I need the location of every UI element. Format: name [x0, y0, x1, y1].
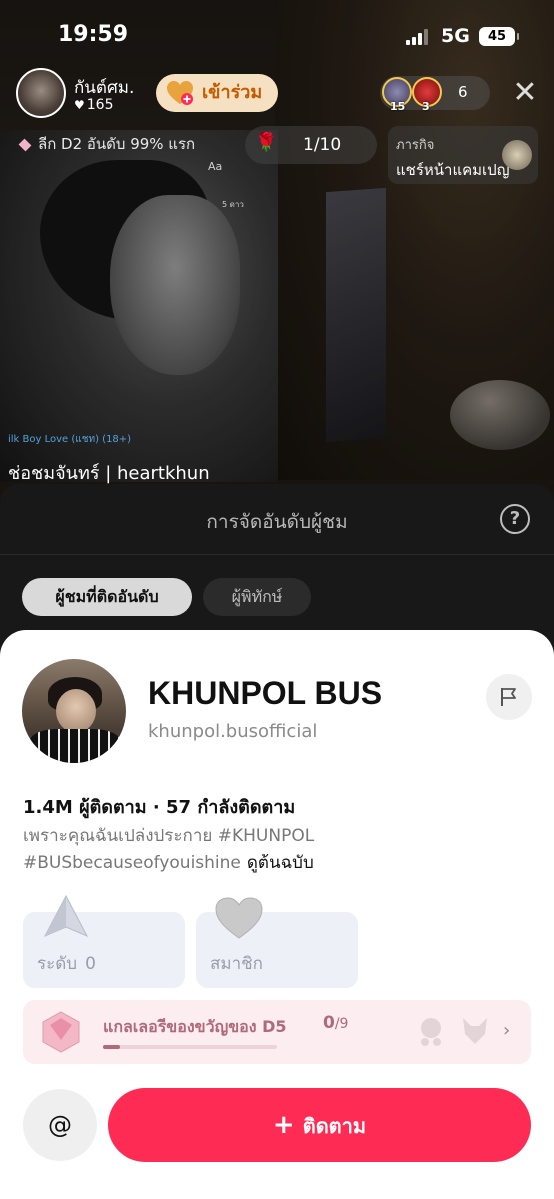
mission-icon [502, 140, 532, 170]
chevron-right-icon: › [503, 1020, 511, 1041]
league-text: ลีก D2 อันดับ 99% แรก [38, 135, 196, 153]
help-icon[interactable]: ? [500, 504, 530, 534]
mention-button[interactable]: @ [23, 1089, 97, 1161]
status-bar: 19:59 5G 45 [0, 0, 554, 72]
ranking-title: การจัดอันดับผู้ชม [206, 511, 348, 533]
join-label: เข้าร่วม [202, 82, 263, 103]
tab-guardians[interactable]: ผู้พิทักษ์ [203, 578, 311, 616]
follow-label: ติดตาม [302, 1114, 367, 1138]
follow-button[interactable]: + ติดตาม [108, 1088, 531, 1162]
heart-plus-icon [167, 81, 193, 105]
level-label: ระดับ [37, 954, 78, 974]
poster-caption: ช่อชมจันทร์ | heartkhun [8, 463, 210, 484]
profile-name: KHUNPOL BUS [148, 675, 383, 711]
league-rank[interactable]: ลีก D2 อันดับ 99% แรก [18, 132, 195, 158]
join-button[interactable]: เข้าร่วม [156, 74, 278, 112]
profile-bio-line2: #BUSbecauseofyouishine ดูต้นฉบับ [23, 849, 314, 876]
profile-avatar[interactable] [22, 659, 126, 763]
gift-progress-bar [103, 1045, 277, 1049]
member-label: สมาชิก [210, 954, 263, 974]
gift-fox-icon [463, 1018, 487, 1044]
tab-top-viewers[interactable]: ผู้ชมที่ติดอันดับ [22, 578, 192, 616]
member-card[interactable]: สมาชิก [196, 897, 358, 988]
profile-bio: เพราะคุณฉันเปล่งประกาย #KHUNPOL [23, 826, 315, 846]
gem-icon [18, 138, 32, 151]
follower-stats: 1.4M ผู้ติดตาม · 57 กำลังติดตาม [23, 797, 296, 818]
host-likes: ♥ 165 [74, 97, 114, 113]
bio-hashtag[interactable]: #BUSbecauseofyouishine [23, 853, 241, 873]
viewer-badge: 15 [390, 100, 406, 113]
viewer-count: 6 [458, 83, 468, 101]
gift-count: 0/9 [323, 1013, 349, 1033]
close-icon[interactable]: ✕ [510, 78, 540, 108]
poster-tag: ilk Boy Love (แชท) (18+) [8, 434, 132, 445]
host-likes-count: 165 [86, 97, 114, 113]
rose-icon: 🌹 [255, 132, 278, 153]
rose-count: 1/10 [303, 135, 342, 155]
status-time: 19:59 [58, 22, 129, 47]
top-viewers[interactable]: 15 3 6 [380, 76, 490, 113]
heart-icon: ♥ [74, 98, 85, 112]
battery-icon: 45 [479, 27, 519, 46]
viewer-badge: 3 [422, 100, 430, 113]
heart-icon [215, 897, 263, 939]
signal-icon [406, 29, 432, 45]
mission-card[interactable]: ภารกิจ แชร์หน้าแคมเปญ [388, 126, 538, 184]
report-button[interactable] [486, 674, 532, 720]
gift-gallery-title: แกลเลอรีของขวัญของ D5 [103, 1017, 287, 1036]
profile-handle: khunpol.busofficial [148, 721, 318, 742]
mission-text: แชร์หน้าแคมเปญ [396, 161, 510, 179]
plus-icon: + [272, 1110, 295, 1140]
level-arrow-icon [43, 894, 89, 938]
rose-goal[interactable]: 🌹 1/10 [245, 126, 377, 164]
profile-card: KHUNPOL BUS khunpol.busofficial 1.4M ผู้… [0, 630, 554, 1199]
host-avatar[interactable] [16, 68, 66, 118]
flag-icon [501, 688, 516, 706]
diamond-icon [42, 1011, 80, 1053]
gift-animal-icon [421, 1018, 441, 1046]
gift-gallery[interactable]: แกลเลอรีของขวัญของ D5 0/9 › [23, 1000, 531, 1064]
poster-small-text: 5 ดาว [222, 200, 244, 209]
level-card[interactable]: ระดับ 0 [23, 894, 185, 988]
see-original-link[interactable]: ดูต้นฉบับ [247, 853, 314, 873]
poster-aa-text: Aa [208, 160, 223, 173]
level-value: 0 [85, 954, 96, 974]
divider [0, 554, 554, 555]
mission-title: ภารกิจ [396, 138, 435, 153]
network-type: 5G [441, 25, 470, 47]
